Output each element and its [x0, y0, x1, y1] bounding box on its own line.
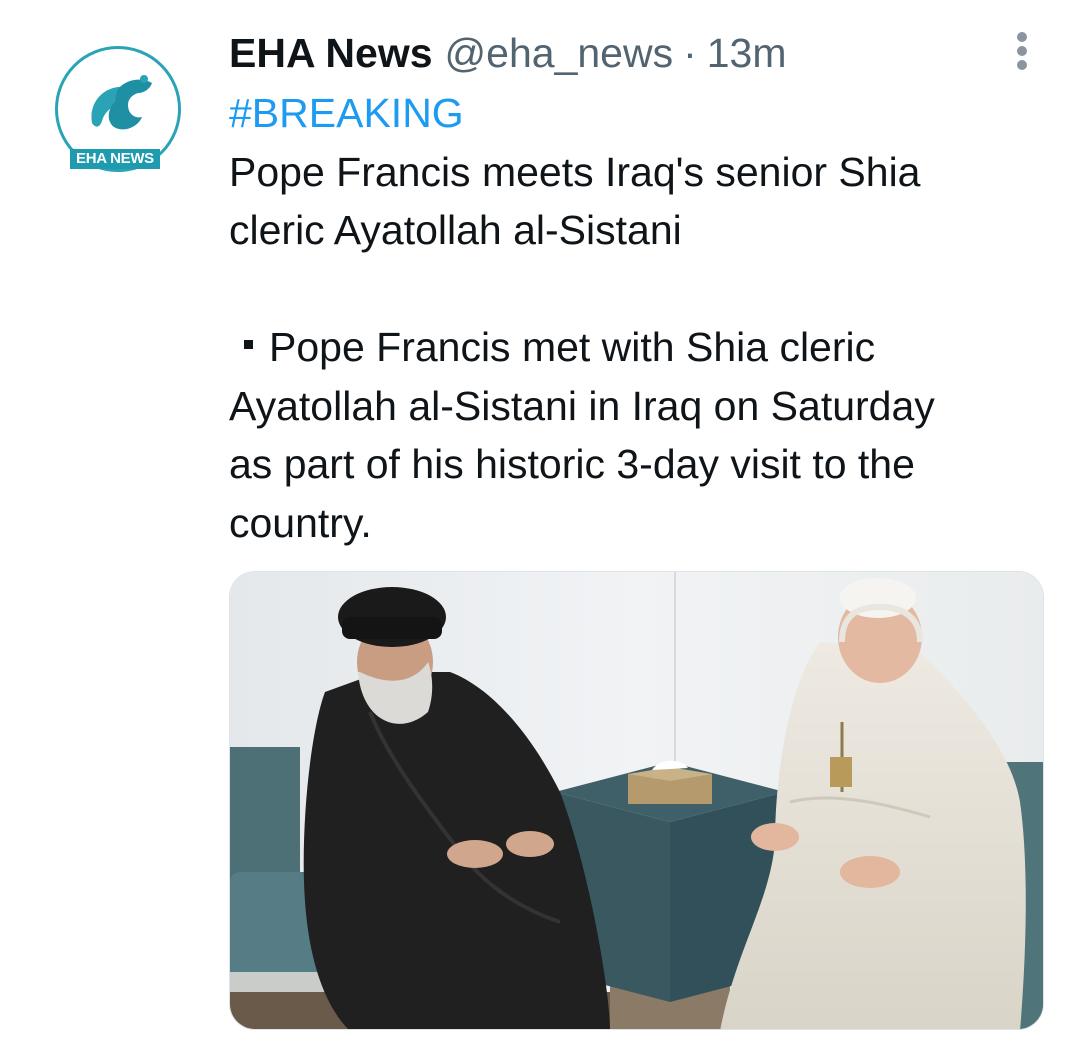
tweet[interactable]: EHA NEWS EHA News @eha_news · 13m #BREAK…	[0, 0, 1080, 1039]
square-bullet-icon	[244, 339, 253, 349]
detail-line: Pope Francis met with Shia cleric	[229, 318, 1029, 377]
tweet-timestamp[interactable]: 13m	[707, 30, 787, 77]
detail-line: Ayatollah al-Sistani in Iraq on Saturday	[229, 382, 935, 429]
detail-line-text: Pope Francis met with Shia cleric	[269, 324, 876, 370]
detail-line: as part of his historic 3-day visit to t…	[229, 441, 915, 487]
header-separator: ·	[683, 29, 697, 76]
detail-line: country.	[229, 499, 372, 546]
tweet-text: #BREAKING Pope Francis meets Iraq's seni…	[229, 84, 1029, 552]
author-display-name[interactable]: EHA News	[229, 30, 433, 77]
avatar-logo-text: EHA NEWS	[70, 149, 160, 169]
hashtag-link[interactable]: #BREAKING	[229, 84, 1029, 143]
tweet-header: EHA News @eha_news · 13m	[229, 24, 787, 82]
more-vertical-icon[interactable]	[1002, 28, 1042, 74]
tweet-photo[interactable]	[229, 571, 1044, 1030]
author-handle[interactable]: @eha_news	[445, 30, 674, 77]
headline-line: Pope Francis meets Iraq's senior Shia	[229, 148, 921, 195]
author-avatar[interactable]: EHA NEWS	[55, 46, 181, 172]
photo-illustration	[230, 572, 1043, 1029]
headline-line: cleric Ayatollah al-Sistani	[229, 207, 682, 253]
